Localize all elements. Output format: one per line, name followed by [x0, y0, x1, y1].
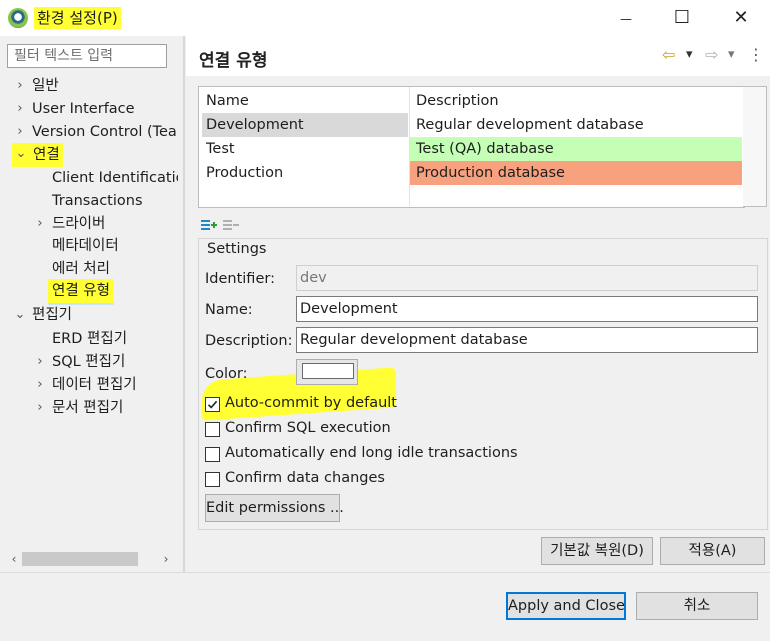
view-menu-icon[interactable]: ⋮ [748, 46, 764, 64]
tree-item-error-handling[interactable]: 에러 처리 [52, 258, 110, 280]
color-swatch [302, 363, 354, 379]
tree-item-drivers[interactable]: 드라이버 [52, 213, 105, 235]
add-type-icon[interactable] [200, 216, 218, 234]
remove-type-icon[interactable] [222, 216, 240, 234]
table-cell-name[interactable]: Production [206, 161, 283, 185]
column-header-description[interactable]: Description [416, 89, 499, 113]
tree-item-version-control[interactable]: Version Control (Tea [32, 121, 177, 143]
identifier-field: dev [296, 265, 758, 291]
identifier-label: Identifier: [205, 271, 275, 287]
checkmark-icon [207, 400, 218, 409]
chevron-right-icon[interactable]: › [34, 397, 46, 419]
confirm-sql-label[interactable]: Confirm SQL execution [225, 417, 391, 439]
minimize-button[interactable]: — [603, 0, 649, 36]
back-dropdown-icon[interactable]: ▾ [686, 46, 693, 64]
close-icon: ✕ [733, 7, 749, 28]
tree-item-user-interface[interactable]: User Interface [32, 98, 135, 120]
tree-item-document-editor[interactable]: 문서 편집기 [52, 397, 123, 419]
column-header-name[interactable]: Name [206, 89, 249, 113]
page-header [186, 36, 770, 76]
filter-input[interactable] [7, 44, 167, 68]
table-cell-name[interactable]: Test [206, 137, 235, 161]
tree-item-editors[interactable]: 편집기 [32, 304, 72, 326]
restore-defaults-button[interactable]: 기본값 복원(D) [541, 537, 653, 565]
end-idle-transactions-checkbox[interactable] [205, 447, 220, 462]
back-arrow-icon[interactable]: ⇦ [662, 46, 675, 64]
cancel-button[interactable]: 취소 [636, 592, 758, 620]
auto-commit-label[interactable]: Auto-commit by default [225, 392, 397, 414]
description-label: Description: [205, 333, 293, 349]
tree-item-connection-types[interactable]: 연결 유형 [48, 279, 114, 305]
table-cell-description[interactable]: Regular development database [416, 113, 644, 137]
confirm-sql-checkbox[interactable] [205, 422, 220, 437]
scroll-right-icon[interactable]: › [159, 550, 173, 568]
table-cell-name[interactable]: Development [206, 113, 304, 137]
chevron-down-icon[interactable]: ⌄ [14, 304, 26, 326]
description-field[interactable]: Regular development database [296, 327, 758, 353]
maximize-icon: ☐ [673, 7, 691, 28]
app-icon [8, 8, 28, 28]
preference-tree: › 일반 › User Interface › Version Control … [0, 74, 178, 546]
chevron-right-icon[interactable]: › [34, 351, 46, 373]
name-field[interactable]: Development [296, 296, 758, 322]
tree-item-sql-editor[interactable]: SQL 편집기 [52, 351, 125, 373]
window-title: 환경 설정(P) [34, 7, 121, 29]
settings-group-label: Settings [205, 241, 269, 257]
forward-arrow-icon[interactable]: ⇨ [705, 46, 718, 64]
apply-button[interactable]: 적용(A) [660, 537, 765, 565]
chevron-down-icon[interactable]: ⌄ [12, 143, 30, 167]
confirm-data-changes-label[interactable]: Confirm data changes [225, 467, 385, 489]
name-label: Name: [205, 302, 253, 318]
tree-item-data-editor[interactable]: 데이터 편집기 [52, 374, 137, 396]
tree-item-client-identification[interactable]: Client Identificatic [52, 167, 178, 189]
confirm-data-changes-checkbox[interactable] [205, 472, 220, 487]
minimize-icon: — [620, 12, 632, 26]
scrollbar-thumb[interactable] [22, 552, 138, 566]
chevron-right-icon[interactable]: › [34, 374, 46, 396]
apply-and-close-button[interactable]: Apply and Close [506, 592, 626, 620]
chevron-right-icon[interactable]: › [34, 213, 46, 235]
tree-item-metadata[interactable]: 메타데이터 [52, 235, 119, 257]
tree-item-erd-editor[interactable]: ERD 편집기 [52, 328, 127, 350]
close-button[interactable]: ✕ [718, 0, 764, 36]
chevron-right-icon[interactable]: › [14, 98, 26, 120]
chevron-right-icon[interactable]: › [14, 121, 26, 143]
chevron-right-icon[interactable]: › [14, 75, 26, 97]
page-title: 연결 유형 [199, 51, 268, 71]
panel-splitter[interactable] [183, 36, 185, 572]
end-idle-transactions-label[interactable]: Automatically end long idle transactions [225, 442, 518, 464]
table-vertical-scrollbar[interactable] [743, 86, 767, 207]
auto-commit-checkbox[interactable] [205, 397, 220, 412]
maximize-button[interactable]: ☐ [659, 0, 705, 36]
table-cell-description[interactable]: Test (QA) database [410, 137, 742, 161]
tree-item-general[interactable]: 일반 [32, 75, 59, 97]
edit-permissions-button[interactable]: Edit permissions ... [205, 494, 344, 522]
forward-dropdown-icon[interactable]: ▾ [728, 46, 735, 64]
table-cell-description[interactable]: Production database [410, 161, 742, 185]
tree-item-transactions[interactable]: Transactions [52, 190, 143, 212]
tree-item-connections[interactable]: 연결 [30, 143, 63, 167]
scroll-left-icon[interactable]: ‹ [7, 550, 21, 568]
color-label: Color: [205, 366, 248, 382]
